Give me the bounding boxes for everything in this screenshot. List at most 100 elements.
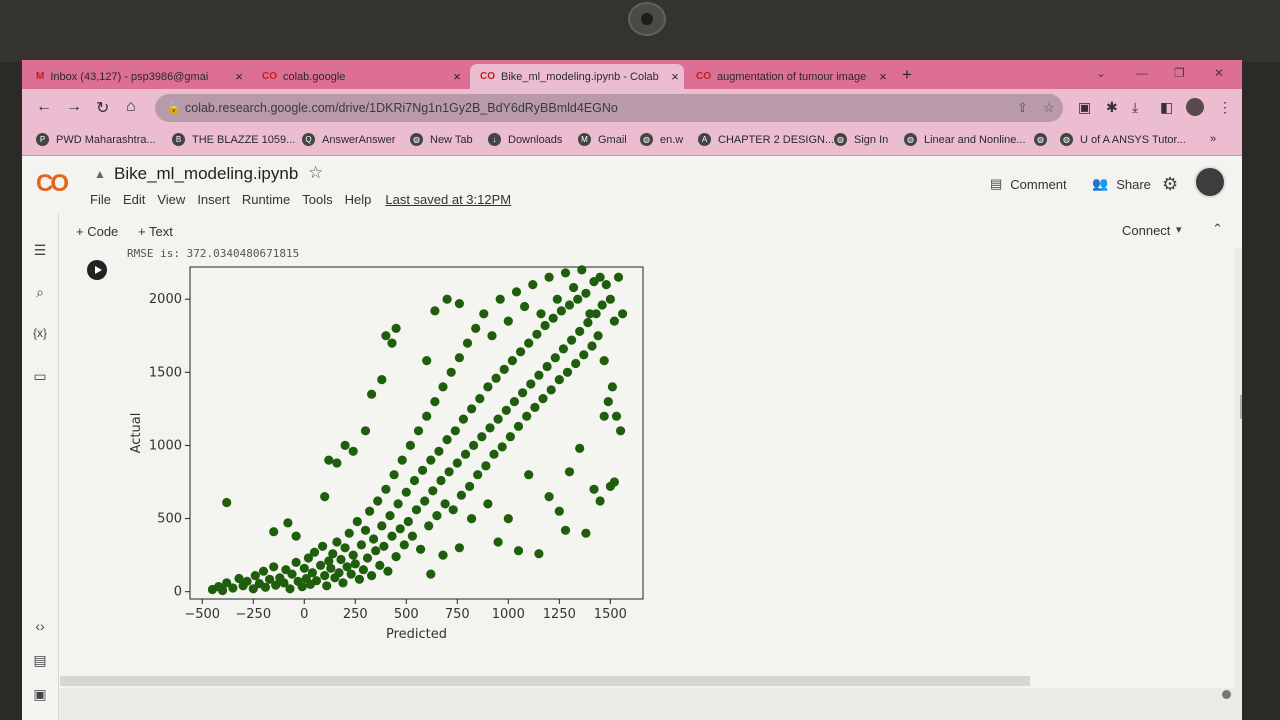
- status-strip: [59, 688, 1242, 720]
- menu-file[interactable]: File: [90, 192, 111, 207]
- run-cell-button[interactable]: [87, 260, 107, 280]
- menu-view[interactable]: View: [157, 192, 185, 207]
- close-icon[interactable]: ×: [666, 69, 684, 84]
- minimize-icon[interactable]: —: [1136, 66, 1148, 80]
- scatter-point: [599, 356, 609, 366]
- scatter-point: [542, 361, 552, 372]
- restore-icon[interactable]: ❐: [1174, 66, 1185, 80]
- toc-icon[interactable]: ☰: [22, 242, 58, 259]
- home-icon[interactable]: ⌂: [126, 98, 136, 116]
- scatter-point: [446, 367, 456, 377]
- add-text-button[interactable]: + Text: [138, 224, 173, 239]
- scatter-point: [336, 554, 346, 565]
- scatter-point: [599, 411, 609, 421]
- download-icon[interactable]: ⤓: [1132, 99, 1138, 116]
- terminal-icon[interactable]: ▣: [22, 686, 58, 703]
- scatter-point: [567, 335, 577, 345]
- menu-insert[interactable]: Insert: [197, 192, 230, 207]
- folder-icon[interactable]: ▭: [22, 368, 58, 385]
- profile-avatar[interactable]: [1186, 98, 1204, 116]
- scatter-point: [518, 388, 528, 398]
- close-icon[interactable]: ×: [448, 69, 466, 84]
- scatter-point: [430, 397, 440, 407]
- star-icon[interactable]: ☆: [308, 163, 323, 183]
- gear-icon[interactable]: ⚙: [1162, 174, 1178, 195]
- share-page-icon[interactable]: ⇪: [1017, 100, 1028, 116]
- scatter-point: [432, 511, 442, 521]
- variables-icon[interactable]: {x}: [22, 326, 58, 340]
- browser-window: M Inbox (43,127) - psp3986@gmai × CO col…: [22, 60, 1242, 720]
- scatter-point: [507, 356, 517, 366]
- chevron-down-icon[interactable]: ▾: [1176, 223, 1182, 236]
- menu-help[interactable]: Help: [345, 192, 372, 207]
- bookmark-item[interactable]: ◍ en.w: [640, 133, 683, 146]
- scatter-point: [287, 569, 297, 579]
- add-code-button[interactable]: + Code: [76, 224, 118, 239]
- vertical-scrollbar[interactable]: [1234, 248, 1242, 688]
- bookmark-item[interactable]: A CHAPTER 2 DESIGN...: [698, 133, 834, 146]
- search-icon[interactable]: ⌕: [22, 284, 58, 301]
- scatter-point: [579, 350, 589, 360]
- bookmark-item[interactable]: Q AnswerAnswer: [302, 133, 395, 146]
- bookmark-item[interactable]: B THE BLAZZE 1059...: [172, 133, 295, 146]
- scatter-point: [575, 326, 585, 336]
- bookmark-label: CHAPTER 2 DESIGN...: [718, 133, 835, 146]
- reload-icon[interactable]: ↻: [96, 98, 109, 118]
- notebook-title[interactable]: Bike_ml_modeling.ipynb: [114, 164, 298, 184]
- tab-colab-google[interactable]: CO colab.google ×: [252, 64, 466, 89]
- tab-inbox[interactable]: M Inbox (43,127) - psp3986@gmai ×: [26, 64, 248, 89]
- menu-tools[interactable]: Tools: [302, 192, 332, 207]
- x-tick-label: 1000: [492, 607, 525, 622]
- bookmark-item[interactable]: P PWD Maharashtra...: [36, 133, 156, 146]
- tab-bike-notebook[interactable]: CO Bike_ml_modeling.ipynb - Colab ×: [470, 64, 684, 89]
- bookmark-item[interactable]: ◍ Sign In: [834, 133, 888, 146]
- bookmark-item[interactable]: ◍: [1034, 133, 1054, 146]
- address-bar[interactable]: 🔒 colab.research.google.com/drive/1DKRi7…: [155, 94, 1063, 122]
- code-snippets-icon[interactable]: ‹›: [22, 618, 58, 634]
- download-icon: ↓: [488, 133, 501, 146]
- y-tick-label: 1500: [149, 365, 182, 380]
- scatter-point: [442, 435, 452, 445]
- back-icon[interactable]: ←: [36, 98, 52, 116]
- bookmark-item[interactable]: M Gmail: [578, 133, 627, 146]
- scatter-point: [428, 486, 438, 496]
- bookmark-item[interactable]: ◍ Linear and Nonline...: [904, 133, 1026, 146]
- scatter-point: [467, 514, 477, 524]
- connect-button[interactable]: Connect: [1122, 223, 1170, 238]
- scatter-point: [589, 484, 599, 494]
- scatter-point: [340, 543, 350, 553]
- forward-icon[interactable]: →: [66, 98, 82, 116]
- bookmarks-overflow-icon[interactable]: »: [1210, 133, 1216, 145]
- scatter-point: [552, 294, 562, 304]
- comment-button[interactable]: ▤ Comment: [990, 176, 1067, 192]
- horizontal-scrollbar[interactable]: [60, 676, 1030, 686]
- menu-runtime[interactable]: Runtime: [242, 192, 290, 207]
- extension-image-icon[interactable]: ▣: [1078, 99, 1091, 116]
- scatter-point: [399, 540, 409, 550]
- command-palette-icon[interactable]: ▤: [22, 652, 58, 669]
- bookmark-item[interactable]: ◍ New Tab: [410, 133, 473, 146]
- close-icon[interactable]: ×: [230, 69, 248, 84]
- bookmark-star-icon[interactable]: ☆: [1043, 100, 1055, 116]
- last-saved-link[interactable]: Last saved at 3:12PM: [385, 192, 511, 207]
- share-button[interactable]: 👥 Share: [1092, 176, 1151, 192]
- extensions-puzzle-icon[interactable]: ✱: [1106, 99, 1118, 116]
- colab-logo[interactable]: CO: [36, 170, 69, 198]
- scatter-point: [299, 563, 309, 573]
- kebab-menu-icon[interactable]: ⋮: [1218, 99, 1232, 116]
- scatter-point: [332, 537, 342, 547]
- avatar[interactable]: [1194, 166, 1226, 198]
- tab-augmentation[interactable]: CO augmentation of tumour image ×: [686, 64, 892, 89]
- close-icon[interactable]: ×: [874, 69, 892, 84]
- menu-edit[interactable]: Edit: [123, 192, 145, 207]
- window-close-icon[interactable]: ✕: [1214, 66, 1224, 80]
- vertical-scroll-thumb[interactable]: [1240, 395, 1242, 419]
- tab-search-icon[interactable]: ⌄: [1096, 66, 1106, 80]
- bookmark-item[interactable]: ◍ U of A ANSYS Tutor...: [1060, 133, 1186, 146]
- chevron-up-icon[interactable]: ⌃: [1212, 221, 1223, 237]
- scatter-point: [487, 331, 497, 341]
- side-panel-icon[interactable]: ◧: [1160, 99, 1173, 116]
- new-tab-button[interactable]: +: [902, 65, 912, 85]
- bookmark-item[interactable]: ↓ Downloads: [488, 133, 562, 146]
- tab-strip: M Inbox (43,127) - psp3986@gmai × CO col…: [22, 60, 1242, 89]
